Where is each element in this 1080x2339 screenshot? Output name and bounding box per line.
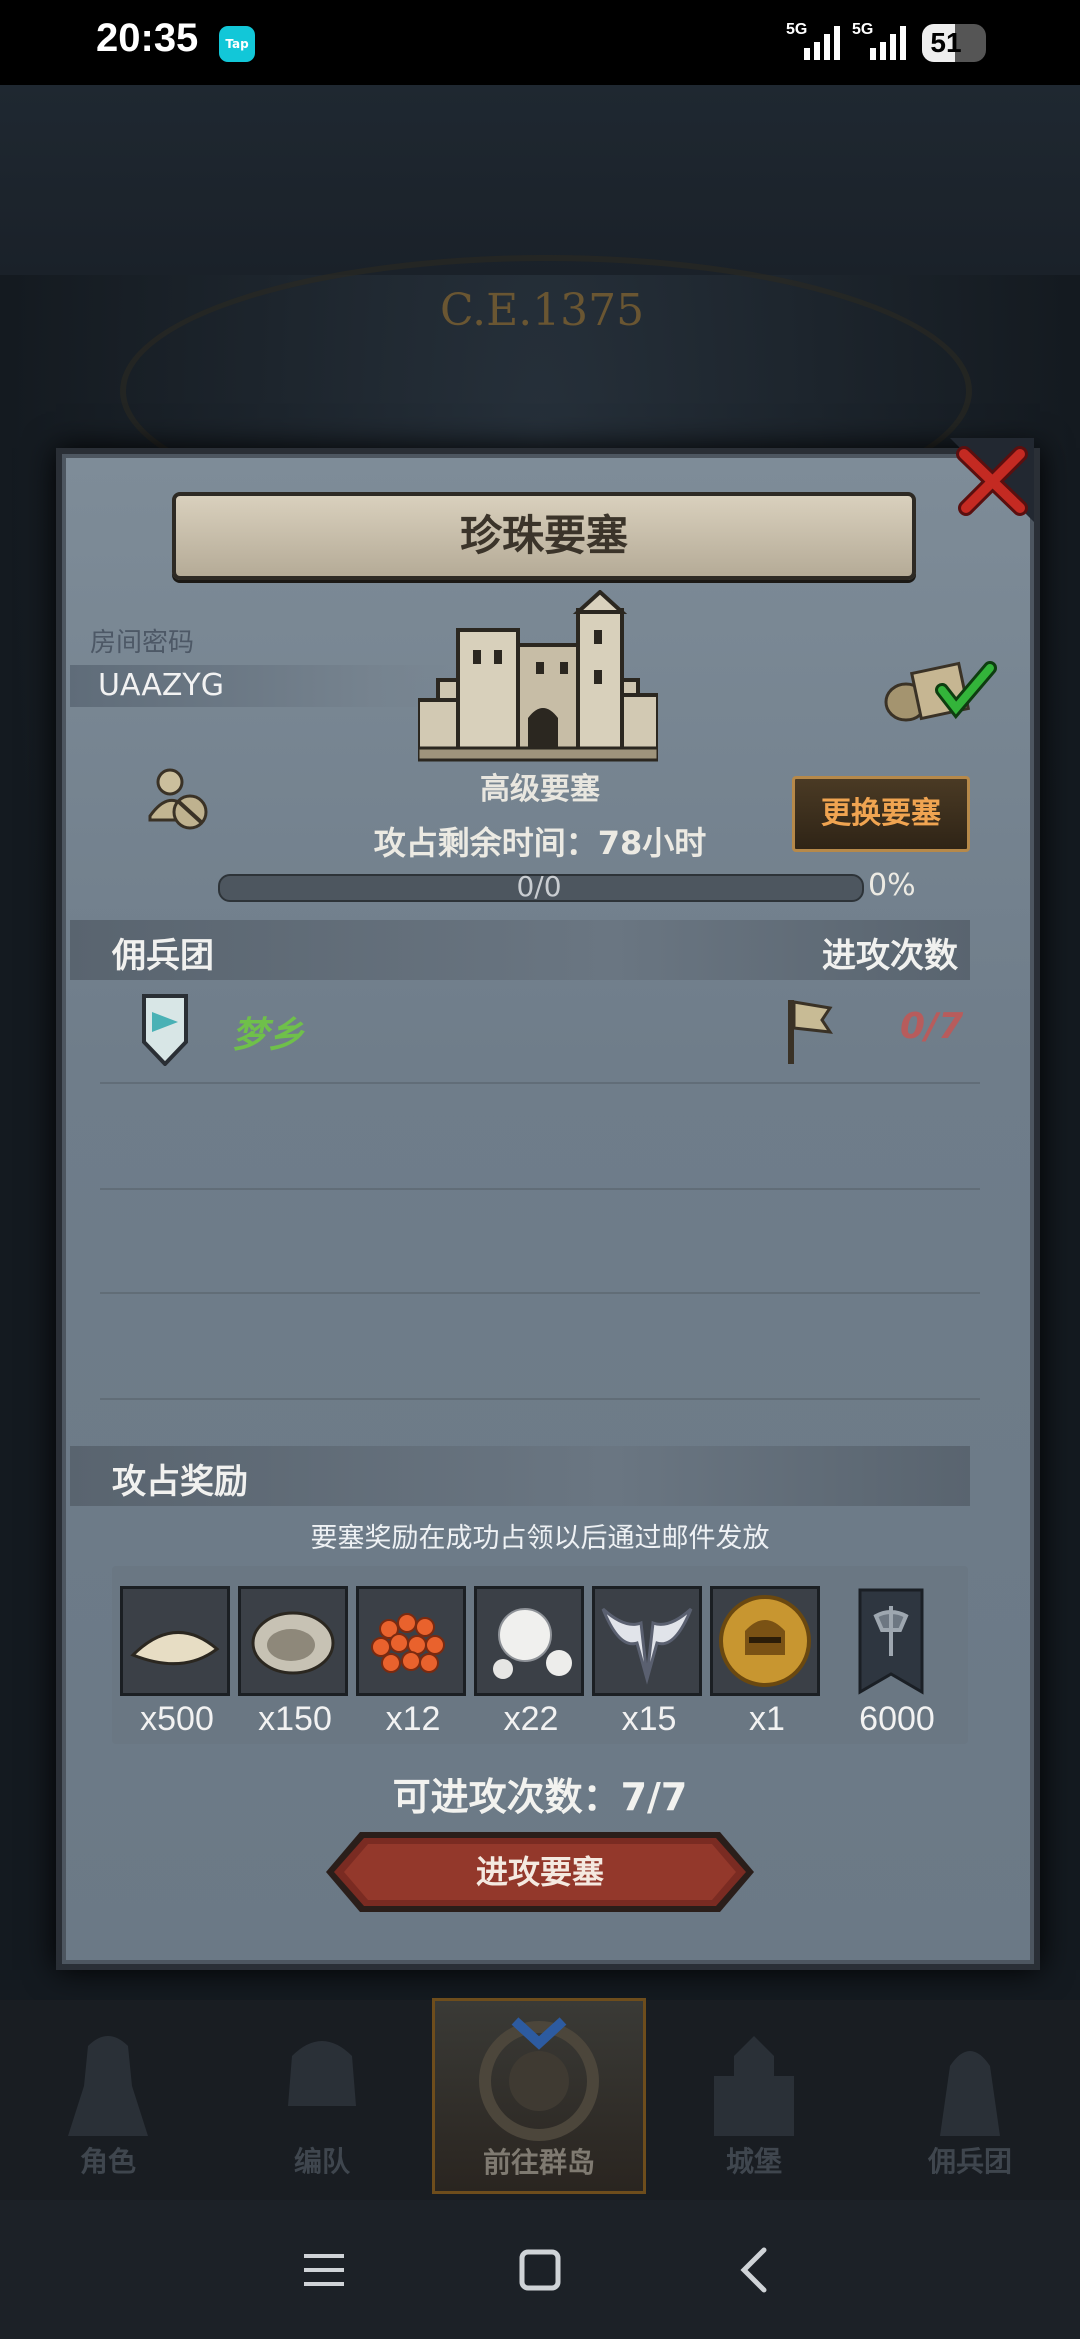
nav-item-mercenary[interactable]: 佣兵团 (880, 2010, 1060, 2190)
oyster-icon (241, 1589, 345, 1693)
tap-app-icon: Tap (219, 26, 255, 62)
page-title: 珍珠要塞 (459, 511, 628, 560)
signal-label: 5G (852, 21, 873, 38)
compass-icon (479, 2017, 599, 2141)
row-divider (100, 1082, 980, 1084)
reward-fish-roe[interactable] (356, 1586, 466, 1696)
winged-emblem-icon (595, 1589, 699, 1693)
nav-item-label: 角色 (79, 2145, 136, 2178)
reward-quantity: x500 (140, 1700, 214, 1738)
reward-oyster[interactable] (238, 1586, 348, 1696)
change-fortress-button[interactable]: 更换要塞 (792, 776, 970, 852)
room-password-label: 房间密码 (90, 628, 195, 658)
status-time: 20:35 (96, 16, 199, 60)
reward-quantity: x1 (749, 1700, 785, 1738)
reward-quantity: x22 (503, 1700, 559, 1738)
nav-item-label: 城堡 (725, 2145, 782, 2178)
reward-quantity: x15 (621, 1700, 677, 1738)
dialog-title-plate: 珍珠要塞 (172, 492, 916, 580)
reward-quantity: x150 (258, 1700, 332, 1738)
signal-icon: 5G (786, 21, 840, 60)
attack-count-header-label: 进攻次数 (822, 936, 958, 976)
fish-roe-icon (359, 1589, 463, 1693)
battery-icon: 51 (922, 24, 986, 62)
mercenary-header-label: 佣兵团 (112, 936, 214, 976)
guild-banner-icon (858, 1588, 924, 1695)
knight-medal-icon (713, 1589, 817, 1693)
reward-winged-emblem[interactable] (592, 1586, 702, 1696)
status-bar: 20:35 Tap 5G 5G 51 (0, 0, 1080, 85)
capture-progress-percent: 0% (868, 868, 916, 903)
reward-flour-sack[interactable] (120, 1586, 230, 1696)
attack-fortress-label: 进攻要塞 (475, 1853, 604, 1891)
room-code[interactable]: UAAZYG (98, 668, 224, 703)
nav-item-label: 佣兵团 (927, 2145, 1012, 2178)
row-divider (100, 1292, 980, 1294)
guild-shield-icon (142, 994, 188, 1066)
reward-knight-medal[interactable] (710, 1586, 820, 1696)
no-visitor-icon[interactable] (144, 764, 214, 834)
castle-nav-icon (714, 2036, 794, 2136)
attack-fortress-button[interactable]: 进攻要塞 (324, 1830, 756, 1914)
flag-icon (788, 1000, 834, 1064)
signal-label: 5G (786, 21, 807, 38)
rewards-header-label: 攻占奖励 (112, 1462, 248, 1502)
helmet-icon (288, 2041, 356, 2106)
reward-quantity: 6000 (859, 1700, 935, 1738)
era-title: C.E.1375 (440, 285, 645, 336)
close-icon[interactable] (950, 438, 1034, 522)
flour-sack-icon (123, 1589, 227, 1693)
nav-item-castle[interactable]: 城堡 (664, 2010, 844, 2190)
nav-item-label: 编队 (293, 2145, 350, 2178)
nav-item-label: 前往群岛 (482, 2146, 595, 2179)
row-divider (100, 1188, 980, 1190)
reward-note: 要塞奖励在成功占领以后通过邮件发放 (310, 1523, 770, 1554)
supplies-check-icon[interactable] (876, 654, 998, 724)
mercenary-name[interactable]: 梦乡 (232, 1006, 304, 1058)
battery-level: 51 (930, 27, 962, 58)
change-fortress-label: 更换要塞 (821, 796, 941, 831)
nav-item-islands[interactable]: 前往群岛 (432, 1998, 646, 2194)
reward-pearl[interactable] (474, 1586, 584, 1696)
row-divider (100, 1398, 980, 1400)
fortress-type: 高级要塞 (480, 772, 600, 807)
pearl-icon (477, 1589, 581, 1693)
available-attacks: 可进攻次数：7/7 (392, 1775, 688, 1819)
nav-item-character[interactable]: 角色 (18, 2010, 198, 2190)
reward-guild-banner[interactable] (846, 1586, 936, 1696)
mercenary-nav-icon (940, 2051, 1000, 2136)
mercenary-attack-count: 0/7 (900, 1006, 964, 1047)
menu-icon[interactable] (294, 2240, 354, 2300)
signal-icon: 5G (852, 21, 906, 60)
home-icon[interactable] (510, 2240, 570, 2300)
game-header-background (0, 85, 1080, 275)
back-icon[interactable] (726, 2240, 786, 2300)
castle-icon (418, 590, 658, 762)
capture-time-left: 攻占剩余时间：78小时 (373, 824, 707, 862)
nav-item-formation[interactable]: 编队 (232, 2010, 412, 2190)
knight-icon (68, 2036, 148, 2136)
capture-progress-text: 0/0 (516, 870, 562, 903)
reward-quantity: x12 (385, 1700, 441, 1738)
